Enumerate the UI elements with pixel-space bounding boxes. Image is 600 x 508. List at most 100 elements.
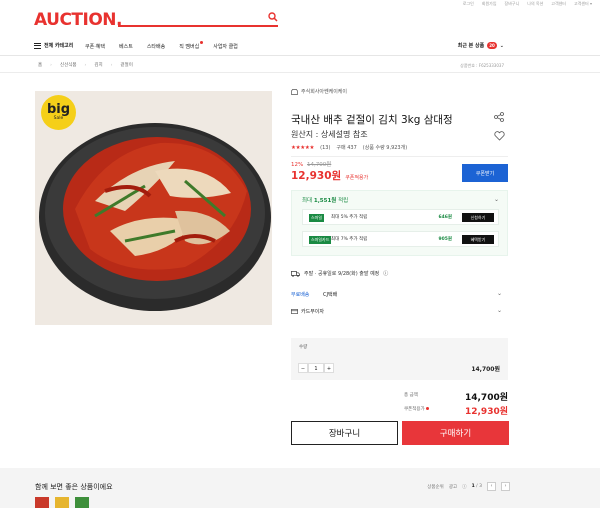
prev-arrow-icon[interactable]: ‹ [487, 482, 496, 491]
chevron-down-icon[interactable]: ⌄ [494, 196, 499, 203]
auction-logo[interactable]: AUCTION. [34, 10, 122, 30]
recommend-thumb[interactable] [75, 497, 89, 508]
coupon-applied-label: 쿠폰적용가 [404, 407, 425, 412]
new-dot-icon [200, 41, 204, 44]
recommend-thumb[interactable] [35, 497, 49, 508]
chevron-down-icon: ⌄ [499, 42, 504, 49]
main-nav: 전체 카테고리 쿠폰·혜택 베스트 스타배송 직 멤버십 사업자 클럽 최근 본… [0, 38, 600, 56]
info-icon[interactable]: ⓘ [383, 270, 388, 277]
quantity-minus-button[interactable]: − [298, 363, 308, 373]
coupon-download-button[interactable]: 쿠폰받기 [462, 164, 508, 182]
benefit-row-smilecard: 스마일카드 최대 7% 추가 적립 905원 혜택받기 [302, 231, 499, 247]
nav-item-business[interactable]: 사업자 클럽 [213, 43, 238, 50]
recommend-section: 함께 보면 좋은 상품이에요 상품순위 광고 ⓘ 1 / 3 ‹ › [0, 468, 600, 508]
coupon-applied-value: 12,930원 [464, 407, 508, 417]
divider [291, 156, 508, 157]
seller-name: 주식회사아쎈케이케이 [301, 89, 348, 95]
util-link-cs-menu[interactable]: 고객센터 ▾ [574, 0, 592, 8]
util-link-cs[interactable]: 고객센터 [551, 0, 566, 8]
benefit-get-button[interactable]: 혜택받기 [462, 235, 494, 244]
quantity-plus-button[interactable]: + [324, 363, 334, 373]
benefit-suffix: 적립 [338, 198, 349, 204]
coupon-applied-label-row: 쿠폰적용가 [404, 406, 429, 412]
benefit-row-text: 최대 5% 추가 적립 [331, 215, 368, 220]
nav-item-star-delivery[interactable]: 스타배송 [147, 43, 165, 50]
star-rating-icon: ★★★★★ [291, 144, 315, 151]
seller-link[interactable]: 주식회사아쎈케이케이 [291, 88, 347, 95]
buy-now-button[interactable]: 구매하기 [402, 421, 509, 445]
recent-count-badge: 20 [487, 42, 497, 49]
chevron-down-icon: ⌄ [496, 307, 502, 314]
breadcrumb-home[interactable]: 홈 [38, 62, 42, 68]
nav-item-best[interactable]: 베스트 [119, 43, 133, 50]
heart-icon[interactable] [494, 131, 505, 141]
nav-menu: 쿠폰·혜택 베스트 스타배송 직 멤버십 사업자 클럽 [85, 41, 238, 50]
next-arrow-icon[interactable]: › [501, 482, 510, 491]
search-icon[interactable] [268, 12, 278, 22]
store-icon [291, 88, 298, 95]
breadcrumb-fresh[interactable]: 신선식품 [60, 62, 77, 68]
current-page: 1 [471, 484, 475, 489]
all-category-button[interactable]: 전체 카테고리 [34, 42, 73, 49]
purchase-count: 구매 437 [336, 145, 357, 151]
sort-ad-tab[interactable]: 광고 [449, 484, 457, 490]
stock-info: (상품 수량 9,923개) [362, 145, 408, 151]
hamburger-icon [34, 42, 41, 49]
origin-info: 원산지 : 상세설명 참조 [291, 130, 368, 139]
sort-rank-tab[interactable]: 상품순위 [427, 484, 444, 490]
review-count[interactable]: (13) [320, 145, 330, 151]
info-dot-icon [425, 407, 429, 410]
search-input[interactable] [118, 10, 258, 24]
recommend-thumb[interactable] [55, 497, 69, 508]
info-icon[interactable]: ⓘ [462, 484, 467, 490]
breadcrumb-row: 홈 › 신선식품 › 김치 › 겉절이 상품번호 : F625333037 [0, 59, 600, 73]
final-price-row: 12,930원 쿠폰적용가 [291, 168, 368, 183]
card-installment-label: 카드무이자 [301, 309, 325, 315]
util-link-join[interactable]: 회원가입 [482, 0, 497, 8]
nav-item-membership[interactable]: 직 멤버십 [179, 41, 204, 50]
badge-big-text: big [46, 102, 71, 117]
total-label: 총 금액 [404, 393, 418, 398]
card-installment-option[interactable]: 카드무이자 ⌄ [291, 307, 508, 315]
breadcrumb-sep-icon: › [50, 62, 52, 68]
benefit-apply-button[interactable]: 신청하기 [462, 213, 494, 222]
smilecard-tag: 스마일카드 [309, 236, 332, 244]
breadcrumb: 홈 › 신선식품 › 김치 › 겉절이 [38, 62, 133, 69]
benefit-row-amount: 646원 [438, 215, 452, 220]
final-price: 12,930원 [291, 170, 342, 182]
benefit-row-text: 최대 7% 추가 적립 [331, 237, 368, 242]
product-title: 국내산 배추 겉절이 김치 3kg 삼대정 [291, 114, 453, 126]
quantity-value[interactable]: 1 [308, 363, 324, 373]
smile-tag: 스마일 [309, 214, 325, 222]
rating-row: ★★★★★ (13) 구매 437 (상품 수량 9,923개) [291, 144, 408, 152]
share-icon[interactable] [494, 112, 504, 122]
nav-item-coupon[interactable]: 쿠폰·혜택 [85, 43, 105, 50]
util-link-login[interactable]: 로그인 [463, 0, 474, 8]
product-number: 상품번호 : F625333037 [460, 63, 504, 68]
benefit-amount: 1,551원 [313, 198, 337, 204]
shipping-option[interactable]: 무료배송 CJ택배 ⌄ [291, 290, 508, 298]
total-pages: 3 [479, 484, 482, 489]
benefit-prefix: 최대 [302, 198, 313, 204]
breadcrumb-kimchi[interactable]: 김치 [94, 62, 102, 68]
courier-name: CJ택배 [323, 292, 338, 298]
coupon-price-label: 쿠폰적용가 [345, 175, 369, 181]
breadcrumb-geotjeori[interactable]: 겉절이 [120, 62, 132, 68]
quantity-price: 14,700원 [471, 366, 500, 373]
kimchi-dish-illustration [35, 91, 272, 325]
shipping-notice: 주말 · 공휴일로 9/28(화) 출발 예정 ⓘ [291, 270, 388, 277]
total-value: 14,700원 [464, 393, 508, 403]
recommend-thumbnails [35, 497, 89, 508]
badge-sale-text: Sale [53, 116, 64, 121]
product-image[interactable]: big Sale [35, 91, 272, 325]
quantity-stepper: − 1 + [298, 363, 334, 373]
benefit-header[interactable]: 최대 1,551원 적립 [302, 196, 348, 204]
util-link-cart[interactable]: 장바구니 [505, 0, 520, 8]
add-to-cart-button[interactable]: 장바구니 [291, 421, 398, 445]
all-category-label: 전체 카테고리 [44, 43, 74, 49]
util-link-myauction[interactable]: 나의 옥션 [527, 0, 543, 8]
breadcrumb-sep-icon: › [84, 62, 87, 68]
top-util-links: 로그인 회원가입 장바구니 나의 옥션 고객센터 고객센터 ▾ [463, 0, 592, 8]
recent-viewed-button[interactable]: 최근 본 상품 20 ⌄ [458, 42, 504, 49]
shipping-date: 주말 · 공휴일로 9/28(화) 출발 예정 [304, 271, 380, 277]
